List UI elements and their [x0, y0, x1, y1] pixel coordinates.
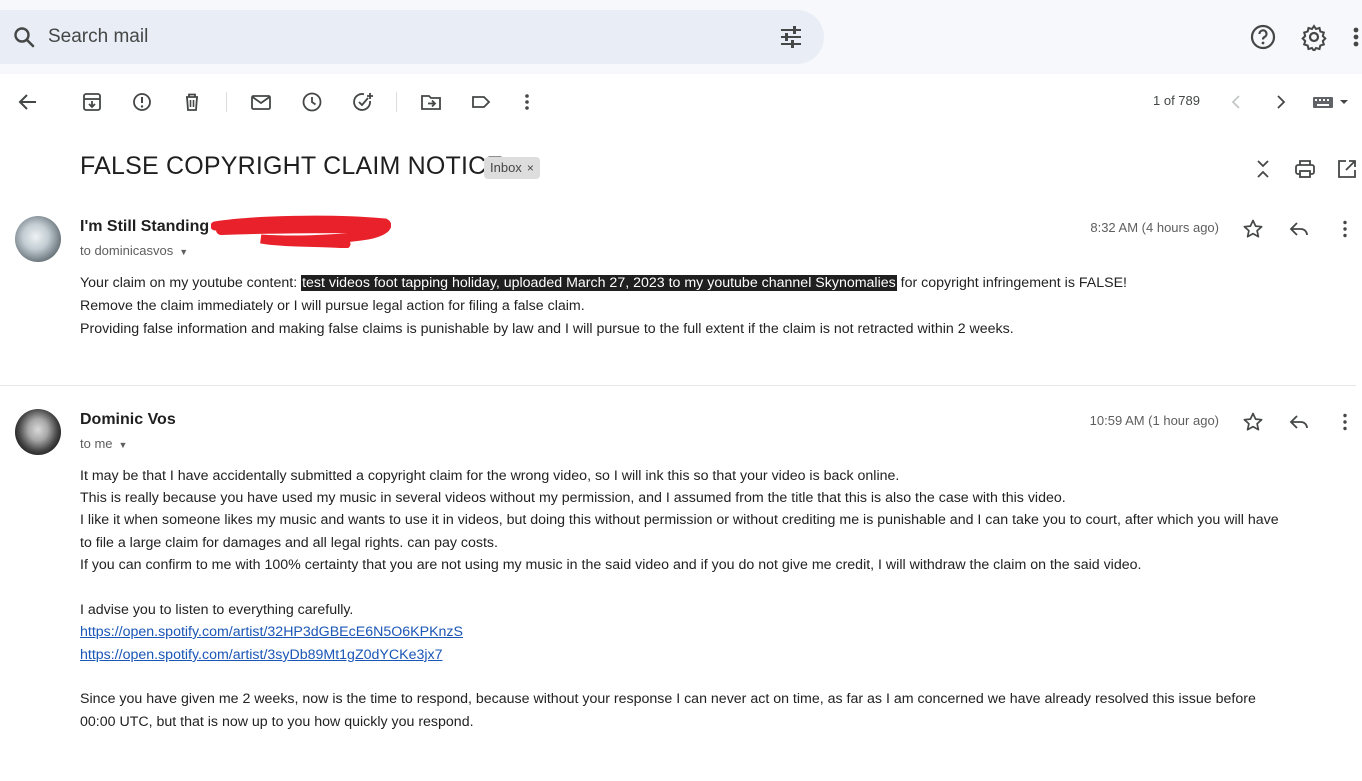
message-body-line: 00:00 UTC, but that is now up to you how…: [80, 714, 474, 730]
search-bar[interactable]: Search mail: [0, 10, 824, 64]
message-body-line: I like it when someone likes my music an…: [80, 512, 1279, 528]
message-body-line: Your claim on my youtube content: test v…: [80, 275, 1127, 291]
message-body-line: Since you have given me 2 weeks, now is …: [80, 691, 1256, 707]
reply-arrow-icon[interactable]: [1288, 218, 1310, 240]
apps-menu-icon[interactable]: [1350, 23, 1362, 51]
older-chevron-right-icon[interactable]: [1269, 90, 1293, 114]
sender-name[interactable]: Dominic Vos: [80, 411, 176, 429]
message-body-line: If you can confirm to me with 100% certa…: [80, 557, 1142, 573]
recipient-text: to dominicasvos: [80, 243, 174, 258]
archive-icon[interactable]: [80, 90, 104, 114]
move-to-folder-icon[interactable]: [419, 90, 443, 114]
recipient-line[interactable]: to me ▼: [80, 436, 127, 451]
message-body-line: Providing false information and making f…: [80, 321, 1014, 337]
print-icon[interactable]: [1294, 158, 1316, 180]
message-more-options-icon[interactable]: [1334, 411, 1356, 433]
label-tag-icon[interactable]: [469, 90, 493, 114]
star-icon[interactable]: [1242, 411, 1264, 433]
search-icon[interactable]: [12, 25, 36, 49]
message-body-line: This is really because you have used my …: [80, 490, 1066, 506]
spotify-artist-link[interactable]: https://open.spotify.com/artist/32HP3dGB…: [80, 624, 463, 640]
message-toolbar: 1 of 789: [0, 80, 1362, 124]
top-bar: Search mail: [0, 0, 1362, 74]
details-caret-icon[interactable]: ▼: [179, 247, 188, 257]
message-body-line: Remove the claim immediately or I will p…: [80, 298, 585, 314]
settings-gear-icon[interactable]: [1300, 23, 1328, 51]
open-in-new-window-icon[interactable]: [1336, 158, 1358, 180]
pagination-count: 1 of 789: [1153, 93, 1200, 108]
inbox-label-text: Inbox: [490, 160, 522, 175]
body-text: for copyright infringement is FALSE!: [896, 275, 1127, 291]
search-options-icon[interactable]: [778, 24, 804, 50]
toolbar-divider: [226, 92, 227, 112]
recipient-line[interactable]: to dominicasvos ▼: [80, 243, 188, 258]
star-icon[interactable]: [1242, 218, 1264, 240]
message-body-line: I advise you to listen to everything car…: [80, 602, 354, 618]
collapse-all-icon[interactable]: [1252, 158, 1274, 180]
message-divider: [0, 385, 1356, 386]
mark-unread-icon[interactable]: [249, 90, 273, 114]
help-icon[interactable]: [1249, 23, 1277, 51]
inbox-label-chip[interactable]: Inbox ×: [484, 157, 540, 179]
remove-label-icon[interactable]: ×: [527, 161, 534, 175]
body-text: Your claim on my youtube content:: [80, 275, 302, 291]
email-subject: FALSE COPYRIGHT CLAIM NOTICE: [80, 152, 504, 180]
toolbar-divider: [396, 92, 397, 112]
newer-chevron-left-icon[interactable]: [1224, 90, 1248, 114]
message-body-line: It may be that I have accidentally submi…: [80, 468, 900, 484]
search-input[interactable]: Search mail: [48, 26, 148, 48]
sender-avatar[interactable]: [15, 409, 61, 455]
input-tools-keyboard-icon[interactable]: [1312, 90, 1352, 114]
highlighted-video-title: test videos foot tapping holiday, upload…: [301, 275, 897, 291]
redaction-scribble: [211, 215, 391, 248]
reply-arrow-icon[interactable]: [1288, 411, 1310, 433]
message-body-line: to file a large claim for damages and al…: [80, 535, 498, 551]
details-caret-icon[interactable]: ▼: [119, 440, 128, 450]
snooze-clock-icon[interactable]: [300, 90, 324, 114]
back-arrow-icon[interactable]: [16, 90, 40, 114]
spotify-artist-link[interactable]: https://open.spotify.com/artist/3syDb89M…: [80, 647, 442, 663]
add-to-tasks-icon[interactable]: [351, 90, 375, 114]
delete-trash-icon[interactable]: [180, 90, 204, 114]
message-timestamp: 8:32 AM (4 hours ago): [1090, 220, 1219, 235]
recipient-text: to me: [80, 436, 113, 451]
message-more-options-icon[interactable]: [1334, 218, 1356, 240]
more-options-icon[interactable]: [515, 90, 539, 114]
message-timestamp: 10:59 AM (1 hour ago): [1089, 413, 1219, 428]
report-spam-icon[interactable]: [130, 90, 154, 114]
sender-name[interactable]: I'm Still Standing: [80, 218, 209, 236]
sender-avatar[interactable]: [15, 216, 61, 262]
